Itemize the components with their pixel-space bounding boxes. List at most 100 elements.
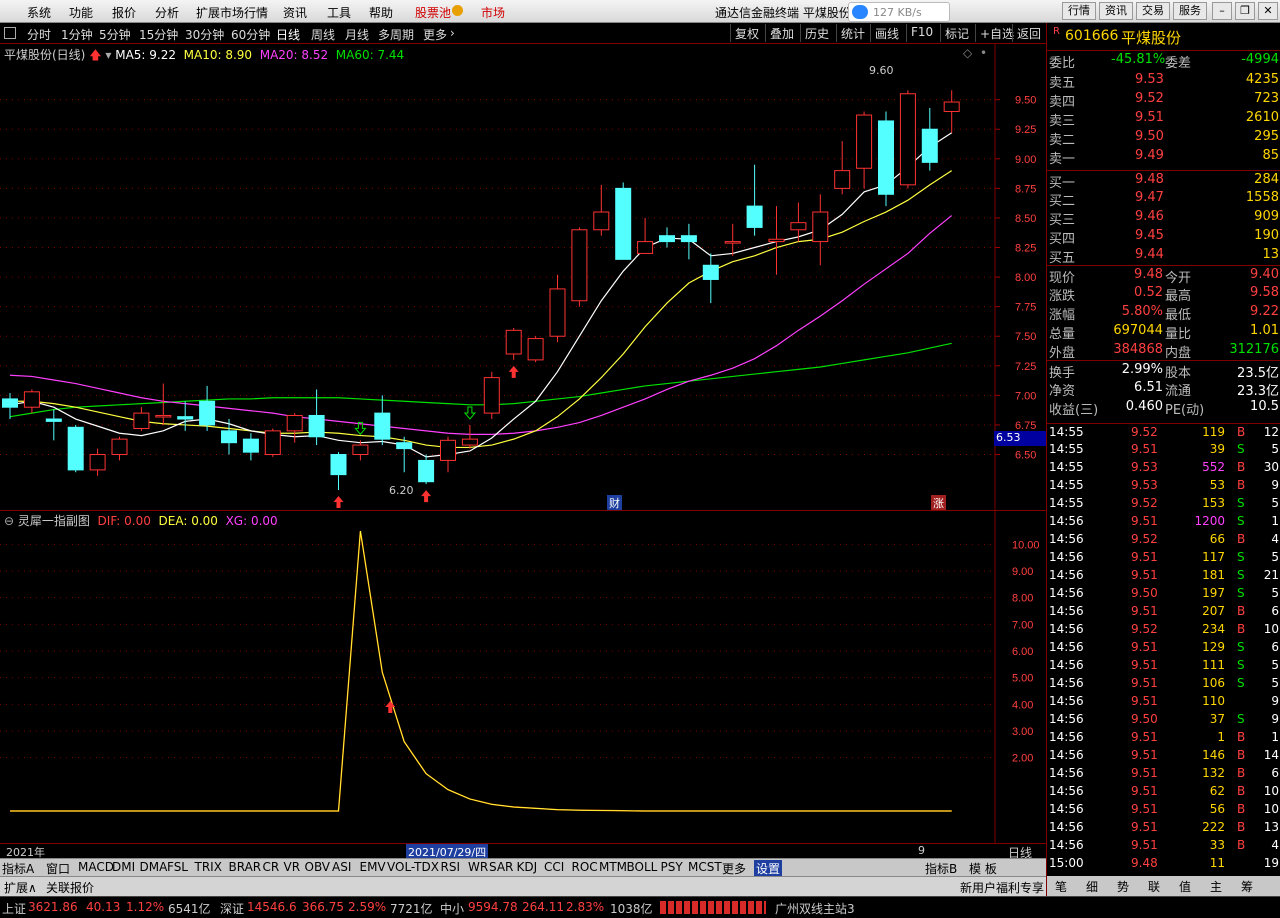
ask-row[interactable]: 卖二 9.50 295 xyxy=(1047,128,1280,148)
ask-row[interactable]: 卖一 9.49 85 xyxy=(1047,147,1280,167)
indicator-tab-16[interactable]: SAR xyxy=(489,860,513,874)
btn-f10[interactable]: F10 xyxy=(906,24,937,42)
indicator-tab-25[interactable]: 设置 xyxy=(754,860,783,877)
tick-row[interactable]: 14:56 9.50 37 S 9 xyxy=(1047,711,1280,729)
top-btn-trade[interactable]: 交易 xyxy=(1136,2,1170,20)
indicator-tab-13[interactable]: VOL-TDX xyxy=(387,860,439,874)
menu-item-ext-market[interactable]: 扩展市场行情 xyxy=(196,4,268,21)
indicator-tab-12[interactable]: EMV xyxy=(360,860,386,874)
quote-tab-4[interactable]: 值 xyxy=(1179,878,1191,895)
btn-draw[interactable]: 画线 xyxy=(870,24,903,42)
indicator-tab-24[interactable]: 更多 xyxy=(722,860,746,877)
period-tab-1min[interactable]: 1分钟 xyxy=(61,26,93,43)
restore-icon[interactable]: ❐ xyxy=(1235,2,1255,20)
period-tab-multi[interactable]: 多周期 xyxy=(378,26,414,43)
tick-row[interactable]: 14:56 9.51 222 B 13 xyxy=(1047,819,1280,837)
ask-row[interactable]: 卖四 9.52 723 xyxy=(1047,90,1280,110)
indicator-tab-3[interactable]: DMI xyxy=(112,860,135,874)
tick-row[interactable]: 14:56 9.51 181 S 21 xyxy=(1047,567,1280,585)
indicator-panel[interactable]: ⊖ 灵犀一指副图 DIF: 0.00 DEA: 0.00 XG: 0.00 10… xyxy=(0,510,1046,844)
bid-row[interactable]: 买四 9.45 190 xyxy=(1047,227,1280,247)
bid-row[interactable]: 买一 9.48 284 xyxy=(1047,170,1280,191)
quote-tab-3[interactable]: 联 xyxy=(1148,878,1160,895)
tick-row[interactable]: 14:56 9.51 129 S 6 xyxy=(1047,639,1280,657)
tick-row[interactable]: 14:55 9.53 53 B 9 xyxy=(1047,477,1280,495)
indicator-tab-8[interactable]: CR xyxy=(263,860,280,874)
indicator-tab-5[interactable]: FSL xyxy=(167,860,188,874)
grid-icon[interactable] xyxy=(4,27,16,39)
tick-row[interactable]: 14:56 9.51 33 B 4 xyxy=(1047,837,1280,855)
indicator-tab-4[interactable]: DMA xyxy=(140,860,168,874)
quote-tab-5[interactable]: 主 xyxy=(1210,878,1222,895)
indicator-chart[interactable]: 10.00 9.00 8.00 7.00 6.00 5.00 4.00 3.00 2.00 xyxy=(0,511,1046,844)
indicator-tab-21[interactable]: BOLL xyxy=(627,860,658,874)
btn-mark[interactable]: 标记 xyxy=(940,24,973,42)
indicator-tab-9[interactable]: VR xyxy=(284,860,301,874)
menu-item-function[interactable]: 功能 xyxy=(69,4,93,21)
tick-row[interactable]: 14:56 9.51 111 S 5 xyxy=(1047,657,1280,675)
btn-stats[interactable]: 统计 xyxy=(836,24,869,42)
btn-overlay[interactable]: 叠加 xyxy=(765,24,798,42)
finance-marker[interactable]: 财 xyxy=(607,495,622,511)
tick-row[interactable]: 14:56 9.51 117 S 5 xyxy=(1047,549,1280,567)
period-tab-weekly[interactable]: 周线 xyxy=(311,26,335,43)
menu-item-tools[interactable]: 工具 xyxy=(327,4,351,21)
period-tab-daily[interactable]: 日线 xyxy=(276,26,300,43)
tick-row[interactable]: 14:55 9.52 153 S 5 xyxy=(1047,495,1280,513)
menu-item-system[interactable]: 系统 xyxy=(27,4,51,21)
kline-panel[interactable]: 平煤股份(日线) 🡅 ▾ MA5: 9.22 MA10: 8.90 MA20: … xyxy=(0,44,1046,511)
tick-row[interactable]: 14:56 9.51 110 9 xyxy=(1047,693,1280,711)
top-btn-service[interactable]: 服务 xyxy=(1173,2,1207,20)
bid-row[interactable]: 买五 9.44 13 xyxy=(1047,246,1280,266)
indicator-tab-2[interactable]: MACD xyxy=(78,860,114,874)
quote-tab-6[interactable]: 筹 xyxy=(1241,878,1253,895)
menu-item-quote[interactable]: 报价 xyxy=(112,4,136,21)
tick-row[interactable]: 14:56 9.51 132 B 6 xyxy=(1047,765,1280,783)
ask-row[interactable]: 卖三 9.51 2610 xyxy=(1047,109,1280,129)
period-tab-fenshi[interactable]: 分时 xyxy=(27,26,51,43)
tick-row[interactable]: 14:56 9.51 1 B 1 xyxy=(1047,729,1280,747)
indicator-tab-20[interactable]: MTM xyxy=(599,860,627,874)
indicator-tab-26[interactable]: 指标B xyxy=(925,860,957,877)
tick-row[interactable]: 14:56 9.50 197 S 5 xyxy=(1047,585,1280,603)
tick-row[interactable]: 14:56 9.51 56 B 10 xyxy=(1047,801,1280,819)
period-tab-15min[interactable]: 15分钟 xyxy=(139,26,178,43)
indicator-tab-1[interactable]: 窗口 xyxy=(46,860,70,877)
period-tab-monthly[interactable]: 月线 xyxy=(345,26,369,43)
btn-history[interactable]: 历史 xyxy=(800,24,833,42)
menu-item-help[interactable]: 帮助 xyxy=(369,4,393,21)
indicator-tab-19[interactable]: ROC xyxy=(572,860,598,874)
btn-fuquan[interactable]: 复权 xyxy=(730,24,763,42)
period-tab-30min[interactable]: 30分钟 xyxy=(185,26,224,43)
tick-row[interactable]: 14:56 9.51 106 S 5 xyxy=(1047,675,1280,693)
indicator-tab-23[interactable]: MCST xyxy=(688,860,722,874)
top-btn-news[interactable]: 资讯 xyxy=(1099,2,1133,20)
period-tab-more[interactable]: 更多 xyxy=(423,26,447,43)
indicator-tab-15[interactable]: WR xyxy=(468,860,488,874)
indicator-tab-14[interactable]: RSI xyxy=(441,860,461,874)
tick-row[interactable]: 14:56 9.51 146 B 14 xyxy=(1047,747,1280,765)
btn-back[interactable]: 返回 xyxy=(1012,24,1045,42)
top-btn-quote[interactable]: 行情 xyxy=(1062,2,1096,20)
indicator-tab-0[interactable]: 指标A xyxy=(2,860,34,877)
tick-row[interactable]: 14:56 9.51 62 B 10 xyxy=(1047,783,1280,801)
period-tab-60min[interactable]: 60分钟 xyxy=(231,26,270,43)
period-tab-5min[interactable]: 5分钟 xyxy=(99,26,131,43)
menu-item-analysis[interactable]: 分析 xyxy=(155,4,179,21)
tick-row[interactable]: 14:55 9.52 119 B 12 xyxy=(1047,423,1280,441)
more-chevron-icon[interactable]: › xyxy=(450,26,455,40)
promo-link[interactable]: 新用户福利专享 xyxy=(960,879,1044,896)
indicator-tab-7[interactable]: BRAR xyxy=(229,860,262,874)
quote-tab-0[interactable]: 笔 xyxy=(1055,878,1067,895)
tick-row[interactable]: 14:55 9.51 39 S 5 xyxy=(1047,441,1280,459)
minimize-icon[interactable]: – xyxy=(1212,2,1232,20)
indicator-tab-17[interactable]: KDJ xyxy=(517,860,538,874)
net-speed-widget[interactable]: 127 KB/s xyxy=(848,2,950,22)
bid-row[interactable]: 买三 9.46 909 xyxy=(1047,208,1280,228)
tick-row[interactable]: 14:56 9.51 1200 S 1 xyxy=(1047,513,1280,531)
kline-chart[interactable]: 9.50 9.25 9.00 8.75 8.50 8.25 8.00 7.75 7.50 7.25… xyxy=(0,44,1046,510)
related-quote-tab[interactable]: 关联报价 xyxy=(46,879,94,896)
tick-row[interactable]: 14:56 9.52 66 B 4 xyxy=(1047,531,1280,549)
indicator-tab-22[interactable]: PSY xyxy=(661,860,683,874)
tick-row[interactable]: 14:56 9.52 234 B 10 xyxy=(1047,621,1280,639)
